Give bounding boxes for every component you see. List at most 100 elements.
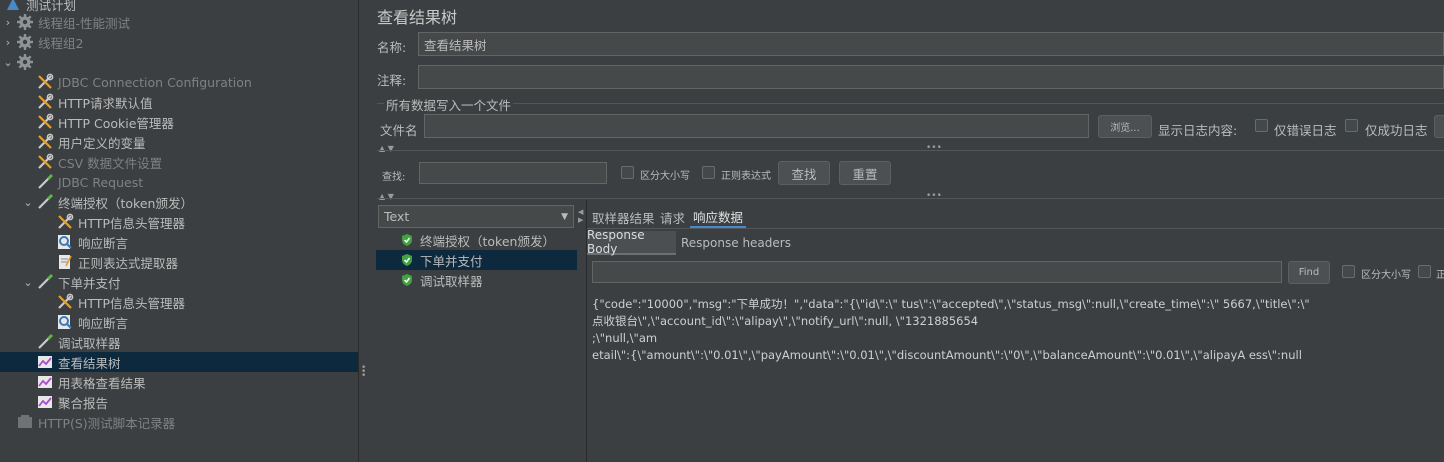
tree-item[interactable]: 调试取样器 [0, 332, 358, 352]
tree-item-label: HTTP Cookie管理器 [58, 115, 174, 131]
comment-field[interactable] [418, 65, 1444, 89]
collapse-arrows-2[interactable]: ▲ ▼ [379, 192, 394, 201]
tree-item[interactable]: 查看结果树 [0, 352, 358, 372]
case-sensitive-checkbox[interactable] [621, 166, 634, 179]
gear-icon [16, 33, 34, 51]
tree-item[interactable]: HTTP信息头管理器 [0, 292, 358, 312]
result-item[interactable]: 终端授权（token颁发） [376, 230, 577, 250]
tree-item[interactable]: ⌄ [0, 52, 358, 72]
tree-item[interactable]: HTTP(S)测试脚本记录器 [0, 412, 358, 432]
tree-item[interactable]: HTTP请求默认值 [0, 92, 358, 112]
tree-item[interactable]: 响应断言 [0, 312, 358, 332]
view-results-tree-panel: 查看结果树 名称: 查看结果树 注释: 所有数据写入一个文件 文件名 浏览...… [368, 0, 1444, 462]
search-label: 查找: [382, 172, 406, 183]
tree-item[interactable]: HTTP信息头管理器 [0, 212, 358, 232]
tree-item-label: 线程组2 [38, 35, 84, 51]
tree-item[interactable]: 聚合报告 [0, 392, 358, 412]
case-sensitive-label: 区分大小写 [640, 171, 690, 182]
tree-item[interactable]: CSV 数据文件设置 [0, 152, 358, 172]
body-regex-label: 正 [1436, 270, 1444, 281]
errors-only-checkbox[interactable] [1255, 119, 1268, 132]
response-body-text[interactable]: {"code":"10000","msg":"下单成功！","data":"{\… [592, 296, 1444, 364]
body-find-button[interactable]: Find [1288, 261, 1330, 284]
tree-item[interactable]: ⌄ 终端授权（token颁发） [0, 192, 358, 212]
tree-item-label: 响应断言 [78, 235, 129, 251]
splitter-grip[interactable]: • • • [361, 364, 366, 381]
tree-item-label: 线程组-性能测试 [38, 15, 131, 31]
name-field[interactable]: 查看结果树 [418, 32, 1444, 56]
split-divider-1[interactable] [377, 150, 1444, 151]
tree-item[interactable]: 响应断言 [0, 232, 358, 252]
tree-item[interactable]: 正则表达式提取器 [0, 252, 358, 272]
wrench-icon [36, 153, 54, 171]
tab-request[interactable]: 请求 [660, 206, 685, 228]
wrench-icon [36, 113, 54, 131]
tree-item-label: 响应断言 [78, 315, 129, 331]
file-name-input[interactable] [424, 114, 1089, 138]
success-only-checkbox[interactable] [1345, 119, 1358, 132]
subtab-response-headers[interactable]: Response headers [681, 236, 791, 250]
test-plan-tree[interactable]: 测试计划 › 线程组-性能测试 › 线程组2 ⌄ JDBC Connection Conf… [0, 0, 358, 462]
wrench-icon [36, 93, 54, 111]
body-find-input[interactable] [592, 261, 1282, 283]
file-section-title: 所有数据写入一个文件 [384, 95, 514, 114]
subtab-response-body[interactable]: Response Body [587, 228, 676, 256]
collapse-arrows[interactable]: ▲ ▼ [379, 144, 394, 153]
document-icon [56, 253, 74, 271]
success-shield-icon [402, 234, 412, 246]
tree-item[interactable]: 用户定义的变量 [0, 132, 358, 152]
expand-toggle-icon[interactable]: ⌄ [20, 276, 36, 289]
tree-item[interactable]: JDBC Connection Configuration [0, 72, 358, 92]
tree-item[interactable]: 用表格查看结果 [0, 372, 358, 392]
pipette-icon [36, 193, 54, 211]
search-input[interactable] [419, 162, 607, 184]
tree-item-label: 正则表达式提取器 [78, 255, 179, 271]
response-line: 点收银台\",\"account_id\":\"alipay\",\"notif… [592, 314, 979, 328]
result-item[interactable]: 下单并支付 [376, 250, 577, 270]
split-divider-2[interactable] [377, 198, 1444, 199]
wrench-icon [36, 73, 54, 91]
gear-icon [16, 13, 34, 31]
tree-item[interactable]: › 线程组2 [0, 32, 358, 52]
expand-toggle-icon[interactable]: › [0, 36, 16, 49]
browse-button[interactable]: 浏览... [1098, 115, 1152, 138]
regex-checkbox[interactable] [702, 166, 715, 179]
reset-button[interactable]: 重置 [839, 161, 891, 185]
find-button[interactable]: 查找 [778, 161, 830, 185]
body-case-checkbox[interactable] [1342, 265, 1355, 278]
tree-item-label: 用表格查看结果 [58, 375, 146, 391]
chevron-down-icon: ▼ [561, 211, 568, 222]
tree-item[interactable]: › 线程组-性能测试 [0, 12, 358, 32]
renderer-value: Text [384, 209, 410, 224]
configure-button[interactable] [1434, 115, 1444, 138]
tab-underline [587, 228, 1444, 229]
result-item-label: 下单并支付 [420, 253, 483, 269]
expand-toggle-icon[interactable]: › [0, 16, 16, 29]
split-grip-1[interactable]: ••• [926, 143, 942, 153]
tab-sampler-result[interactable]: 取样器结果 [592, 206, 655, 228]
wrench-icon [56, 213, 74, 231]
tab-response-data[interactable]: 响应数据 [690, 206, 747, 228]
name-label: 名称: [377, 40, 407, 55]
tree-item-label: HTTP信息头管理器 [78, 215, 185, 231]
expand-toggle-icon[interactable]: ⌄ [0, 56, 16, 69]
split-grip-2[interactable]: ••• [926, 191, 942, 201]
body-regex-checkbox[interactable] [1418, 265, 1431, 278]
result-item[interactable]: 调试取样器 [376, 270, 577, 290]
tree-item[interactable]: JDBC Request [0, 172, 358, 192]
splitter-handle[interactable]: • • • [358, 0, 368, 462]
tree-item-label: JDBC Request [58, 174, 144, 190]
renderer-select[interactable]: Text ▼ [378, 205, 574, 228]
errors-only-label: 仅错误日志 [1274, 123, 1337, 138]
response-line: ;\"null,\"am [592, 331, 658, 345]
pipette-icon [36, 333, 54, 351]
tree-item[interactable]: HTTP Cookie管理器 [0, 112, 358, 132]
split-arrows[interactable]: ◀ ▶ [578, 208, 583, 224]
tree-item[interactable]: ⌄ 下单并支付 [0, 272, 358, 292]
file-section-divider [377, 103, 1444, 104]
expand-toggle-icon[interactable]: ⌄ [20, 196, 36, 209]
wrench-icon [56, 293, 74, 311]
success-only-label: 仅成功日志 [1365, 123, 1428, 138]
pipette-icon [36, 173, 54, 191]
result-split-handle[interactable]: ◀ ▶ [577, 200, 587, 462]
